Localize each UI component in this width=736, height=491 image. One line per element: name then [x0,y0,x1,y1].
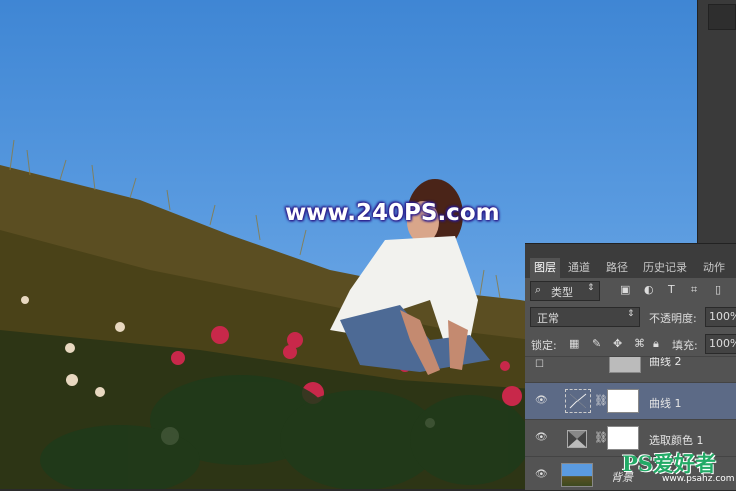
lock-position-move-icon[interactable]: ✥ [613,337,622,350]
logo-url: www.psahz.com [662,474,735,484]
eye-icon[interactable]: 👁︎ [535,432,548,443]
smart-object-filter-icon[interactable]: ▯ [715,283,721,296]
layer-row-selected[interactable]: 👁︎ ⛓︎ 曲线 1 [525,382,736,419]
filter-kind-value: 类型 [551,286,573,299]
opacity-input[interactable]: 100% [705,307,736,327]
layer-mask-thumbnail [607,426,639,450]
panel-header-bar [525,244,736,258]
lock-label: 锁定: [531,339,557,352]
panel-tabs: 图层 通道 路径 历史记录 动作 [525,258,736,278]
layer-row[interactable]: ☐ 曲线 2 [525,356,736,375]
image-filter-icon[interactable]: ▣ [620,283,630,296]
visibility-toggle-empty[interactable]: ☐ [535,359,544,370]
lock-pixels-brush-icon[interactable]: ✎ [592,337,601,350]
opacity-label: 不透明度: [649,312,697,325]
selective-color-adjustment-icon [567,430,587,448]
lock-artboard-icon[interactable]: ⌘ [634,337,645,350]
opacity-value: 100% [709,310,736,323]
chevron-updown-icon: ⇕ [627,309,635,319]
eye-icon[interactable]: 👁︎ [535,469,548,480]
link-chain-icon[interactable]: ⛓︎ [594,431,608,444]
curves-adjustment-icon [565,389,591,413]
layer-name: 曲线 1 [649,397,682,410]
fill-label: 填充: [672,339,698,352]
background-thumbnail [561,463,593,487]
search-icon: ⌕ [535,283,542,296]
link-chain-icon[interactable]: ⛓︎ [594,394,608,407]
type-filter-icon[interactable]: T [668,283,675,296]
layer-mask-thumbnail [607,389,639,413]
fill-input[interactable]: 100% [705,334,736,354]
shape-filter-icon[interactable]: ⌗ [691,283,697,297]
blend-mode-dropdown[interactable]: 正常 ⇕ [530,307,640,327]
chevron-updown-icon: ⇕ [587,283,595,293]
layer-name: 选取颜色 1 [649,434,704,447]
tab-paths[interactable]: 路径 [606,258,628,278]
blend-mode-value: 正常 [537,312,559,325]
lock-all-icon[interactable]: 🔒︎ [653,337,659,351]
workspace-strip [697,0,736,243]
layer-filter-dropdown[interactable]: ⌕ 类型 ⇕ [530,281,600,301]
tab-actions[interactable]: 动作 [703,258,725,278]
lock-transparent-icon[interactable]: ▦ [569,337,579,350]
tab-channels[interactable]: 通道 [568,258,590,278]
layer-mask-thumbnail [609,357,641,373]
tab-layers[interactable]: 图层 [530,258,560,278]
watermark-text: www.240PS.com [285,200,500,226]
site-logo: PS爱好者 www.psahz.com [622,448,735,486]
panel-collapse-button[interactable] [708,4,736,30]
layer-name: 曲线 2 [649,356,682,368]
fill-value: 100% [709,337,736,350]
eye-icon[interactable]: 👁︎ [535,395,548,406]
adjustment-filter-icon[interactable]: ◐ [644,283,654,296]
tab-history[interactable]: 历史记录 [643,258,687,278]
